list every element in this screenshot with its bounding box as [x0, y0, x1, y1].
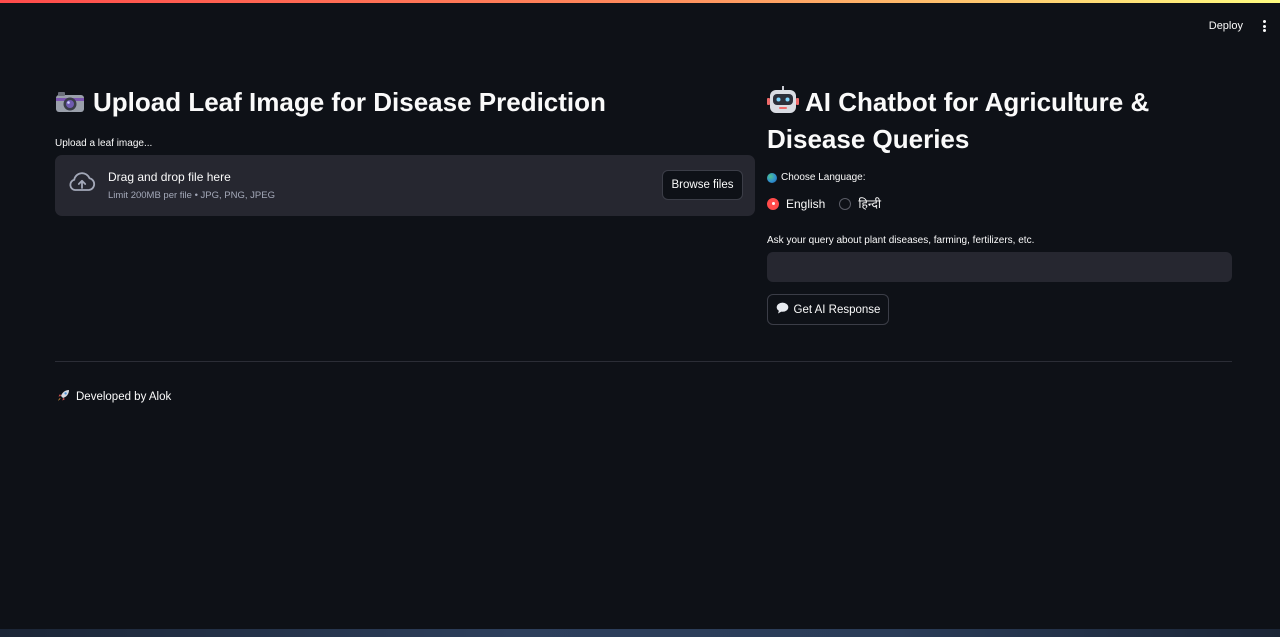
- file-dropzone[interactable]: Drag and drop file here Limit 200MB per …: [55, 155, 755, 216]
- chatbot-column: AI Chatbot for Agriculture & Disease Que…: [767, 85, 1232, 325]
- get-ai-response-label: Get AI Response: [793, 303, 881, 316]
- radio-unselected-icon: [839, 197, 852, 210]
- query-input[interactable]: [767, 252, 1232, 282]
- speech-bubble-icon: [776, 302, 789, 317]
- section-divider: [55, 361, 1232, 362]
- language-label-text: Choose Language:: [781, 172, 866, 183]
- upload-column: Upload Leaf Image for Disease Prediction…: [55, 85, 755, 216]
- globe-icon: [767, 172, 777, 183]
- language-radio-group: English हिन्दी: [767, 195, 1232, 212]
- dropzone-title: Drag and drop file here: [108, 170, 231, 184]
- language-label: Choose Language:: [767, 172, 1232, 183]
- cloud-upload-icon: [67, 171, 97, 200]
- upload-heading: Upload Leaf Image for Disease Prediction: [55, 85, 755, 122]
- deploy-button[interactable]: Deploy: [1209, 20, 1243, 32]
- main-menu-icon[interactable]: [1260, 18, 1268, 34]
- dropzone-hint: Limit 200MB per file • JPG, PNG, JPEG: [108, 190, 275, 201]
- footer-text: Developed by Alok: [76, 391, 172, 403]
- browse-files-button[interactable]: Browse files: [662, 170, 743, 200]
- app-header: Deploy: [0, 14, 1280, 44]
- upload-label: Upload a leaf image...: [55, 138, 153, 149]
- get-ai-response-button[interactable]: Get AI Response: [767, 294, 889, 325]
- chatbot-title: AI Chatbot for Agriculture & Disease Que…: [767, 87, 1150, 154]
- radio-option-hindi[interactable]: हिन्दी: [839, 195, 881, 212]
- camera-icon: [55, 88, 85, 122]
- radio-label-english: English: [786, 196, 826, 211]
- upload-title: Upload Leaf Image for Disease Prediction: [93, 87, 606, 117]
- top-decoration-bar: [0, 0, 1280, 3]
- radio-option-english[interactable]: English: [767, 197, 825, 211]
- query-label: Ask your query about plant diseases, far…: [767, 235, 1035, 246]
- rocket-icon: [57, 389, 70, 405]
- robot-icon: [767, 86, 799, 122]
- radio-selected-icon: [767, 197, 779, 210]
- chatbot-heading: AI Chatbot for Agriculture & Disease Que…: [767, 85, 1232, 156]
- footer: Developed by Alok: [57, 389, 171, 405]
- radio-label-hindi: हिन्दी: [858, 197, 882, 211]
- os-taskbar-edge: [0, 629, 1280, 637]
